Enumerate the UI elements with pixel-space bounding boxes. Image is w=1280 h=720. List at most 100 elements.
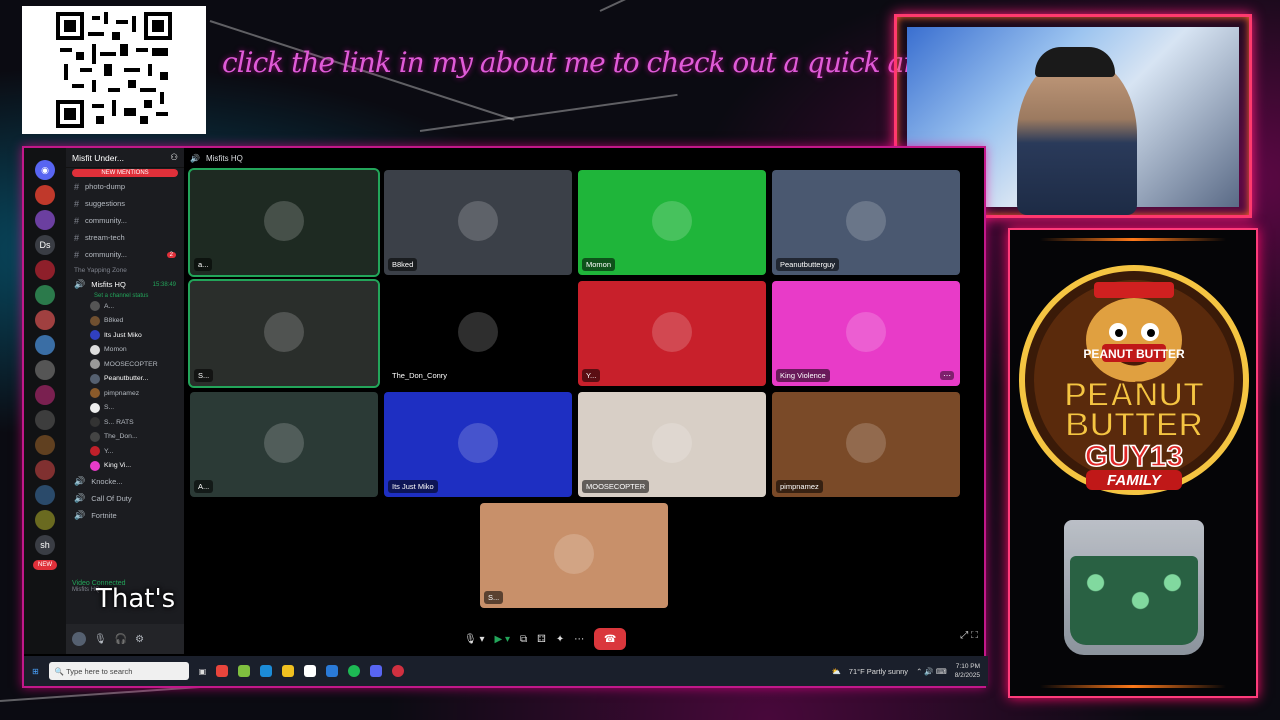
participant-avatar [846, 311, 886, 352]
discord-taskbar-icon[interactable] [370, 665, 383, 677]
headphones-icon[interactable]: 🎧 [115, 634, 127, 645]
server-name: Misfit Under... [72, 152, 124, 163]
video-tile[interactable]: MOOSECOPTER [578, 392, 766, 497]
weather-text[interactable]: 71°F Partly sunny [849, 667, 908, 676]
category-yapping-zone[interactable]: The Yapping Zone [66, 263, 184, 276]
avatar [90, 446, 100, 457]
avatar [90, 431, 100, 442]
server-icon[interactable] [35, 360, 55, 380]
taskbar-clock[interactable]: 7:10 PM 8/2/2025 [955, 662, 980, 680]
screen-share-icon[interactable]: ⧉ [520, 634, 527, 645]
settings-gear-icon[interactable]: ⚙ [135, 634, 144, 645]
mic-icon[interactable]: 🎙 [94, 634, 107, 645]
banner-text: click the link in my about me to check o… [222, 46, 1120, 79]
channel-stream-tech[interactable]: # stream-tech [66, 229, 184, 246]
video-tile[interactable]: S... [480, 503, 668, 608]
user-avatar[interactable] [72, 632, 86, 646]
video-tile[interactable]: a... [188, 168, 380, 277]
server-icon[interactable] [35, 260, 55, 280]
camera-toggle-icon[interactable]: ▶ ▾ [495, 634, 511, 645]
voice-user-name: Peanutbutter... [104, 375, 149, 383]
server-icon[interactable]: sh [35, 535, 55, 555]
soundboard-icon[interactable]: ✦ [556, 634, 564, 645]
call-timer: 15:38:49 [152, 281, 176, 288]
hash-icon: # [74, 215, 80, 226]
video-tile[interactable]: Peanutbutterguy [772, 170, 960, 275]
video-tile[interactable]: Momon [578, 170, 766, 275]
voice-user[interactable]: pimpnamez [66, 386, 184, 401]
tray-icons[interactable]: ⌃ 🔊 ⌨ [916, 667, 947, 676]
channel-community-2[interactable]: # community... 2 [66, 246, 184, 263]
new-mentions-badge[interactable]: NEW MENTIONS [72, 169, 178, 177]
add-friend-icon[interactable]: ⚇ [170, 152, 178, 163]
channel-photo-dump[interactable]: # photo-dump [66, 178, 184, 195]
panel-glow-bar [1040, 685, 1226, 688]
voice-user[interactable]: A... [66, 299, 184, 314]
server-icon[interactable] [35, 410, 55, 430]
edge-icon[interactable] [260, 665, 273, 677]
channel-community[interactable]: # community... [66, 212, 184, 229]
task-view-icon[interactable]: ▣ [199, 667, 207, 676]
server-icon[interactable] [35, 510, 55, 530]
discord-home-icon[interactable]: ◉ [35, 160, 55, 180]
video-tile[interactable]: Y... [578, 281, 766, 386]
server-icon[interactable] [35, 185, 55, 205]
mic-toggle-icon[interactable]: 🎙 ▾ [464, 634, 485, 645]
spotify-icon[interactable] [348, 665, 361, 677]
voice-user[interactable]: S... [66, 401, 184, 416]
server-icon[interactable] [35, 485, 55, 505]
voice-user[interactable]: Momon [66, 343, 184, 358]
voice-channel-active[interactable]: 🔊 Misfits HQ 15:38:49 [66, 276, 184, 293]
tile-more-icon[interactable]: ⋯ [940, 371, 954, 380]
voice-user[interactable]: Y... [66, 444, 184, 459]
video-tile[interactable]: pimpnamez [772, 392, 960, 497]
taskbar-search-input[interactable]: 🔍 Type here to search [48, 662, 189, 680]
video-tile[interactable]: A... [190, 392, 378, 497]
server-icon[interactable]: Ds [35, 235, 55, 255]
panel-glow-bar [1040, 238, 1226, 241]
server-icon[interactable] [35, 385, 55, 405]
voice-user[interactable]: Peanutbutter... [66, 372, 184, 387]
server-icon[interactable] [35, 435, 55, 455]
video-tile[interactable]: S... [188, 279, 380, 388]
server-icon[interactable] [35, 310, 55, 330]
call-channel-title: Misfits HQ [205, 153, 243, 163]
voice-channel[interactable]: 🔊 Call Of Duty [66, 490, 184, 507]
streamer [1017, 55, 1137, 215]
peanut-butter-guy-logo: PEANUT BUTTER PEANUT BUTTER GUY13 FAMILY [1019, 265, 1249, 495]
video-tile[interactable]: The_Don_Conry [384, 281, 572, 386]
video-tile[interactable]: King Violence ⋯ [772, 281, 960, 386]
channel-label: suggestions [85, 199, 126, 208]
weather-icon[interactable]: ⛅ [831, 667, 840, 676]
chrome-icon[interactable] [216, 665, 229, 677]
obs-icon[interactable] [392, 665, 405, 677]
voice-user[interactable]: S... RATS [66, 415, 184, 430]
voice-user[interactable]: King Vi... [66, 459, 184, 474]
channel-suggestions[interactable]: # suggestions [66, 195, 184, 212]
voice-channel[interactable]: 🔊 Fortnite [66, 507, 184, 524]
voice-user[interactable]: Its Just Miko [66, 328, 184, 343]
windows-start-icon[interactable]: ⊞ [32, 667, 39, 676]
video-tile[interactable]: B8ked [384, 170, 572, 275]
voice-user[interactable]: The_Don... [66, 430, 184, 445]
voice-user[interactable]: MOOSECOPTER [66, 357, 184, 372]
more-options-icon[interactable]: ⋯ [574, 634, 584, 645]
server-header[interactable]: Misfit Under... ⚇ [66, 148, 184, 168]
channel-label: Call Of Duty [91, 494, 132, 503]
voice-user[interactable]: B8ked [66, 314, 184, 329]
voice-user-name: King Vi... [104, 462, 132, 470]
store-icon[interactable] [304, 665, 317, 677]
video-tile[interactable]: Its Just Miko [384, 392, 572, 497]
server-icon[interactable] [35, 285, 55, 305]
activities-icon[interactable]: ⚃ [537, 634, 546, 645]
file-explorer-icon[interactable] [282, 665, 295, 677]
popout-icon[interactable]: ⤢ ⛶ [960, 630, 978, 641]
disconnect-button[interactable]: ☎ [594, 628, 627, 650]
mail-icon[interactable] [326, 665, 339, 677]
server-icon[interactable] [35, 460, 55, 480]
server-icon[interactable] [35, 210, 55, 230]
server-icon[interactable] [35, 335, 55, 355]
jar-label-text: PEANUT BUTTER [1083, 347, 1185, 361]
voice-channel[interactable]: 🔊 Knocke... [66, 473, 184, 490]
app-icon[interactable] [238, 665, 251, 677]
